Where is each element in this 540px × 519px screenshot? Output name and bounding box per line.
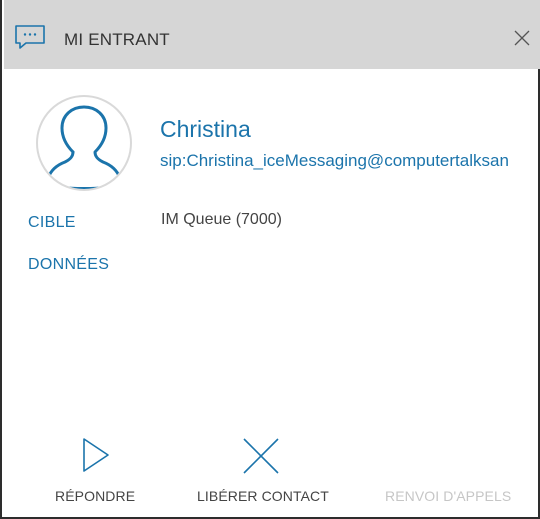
- nav-cible-link[interactable]: CIBLE: [28, 214, 76, 232]
- title-bar: MI ENTRANT: [4, 0, 540, 69]
- answer-button[interactable]: RÉPONDRE: [55, 488, 135, 504]
- contact-sip-address: sip:Christina_iceMessaging@computertalks…: [160, 151, 509, 170]
- chat-bubble-icon: [15, 25, 45, 49]
- incoming-im-window: MI ENTRANT Christina sip:Christina_iceMe…: [0, 0, 540, 519]
- call-forward-button: RENVOI D'APPELS: [385, 488, 512, 504]
- window-title: MI ENTRANT: [64, 30, 170, 49]
- release-contact-button[interactable]: LIBÉRER CONTACT: [197, 488, 329, 504]
- play-icon[interactable]: [82, 437, 110, 473]
- queue-label: IM Queue (7000): [161, 211, 282, 228]
- nav-donnees-link[interactable]: DONNÉES: [28, 256, 109, 274]
- contact-name: Christina: [160, 116, 251, 142]
- x-icon[interactable]: [242, 437, 280, 475]
- close-icon[interactable]: [512, 28, 532, 48]
- person-avatar-icon: [36, 95, 132, 191]
